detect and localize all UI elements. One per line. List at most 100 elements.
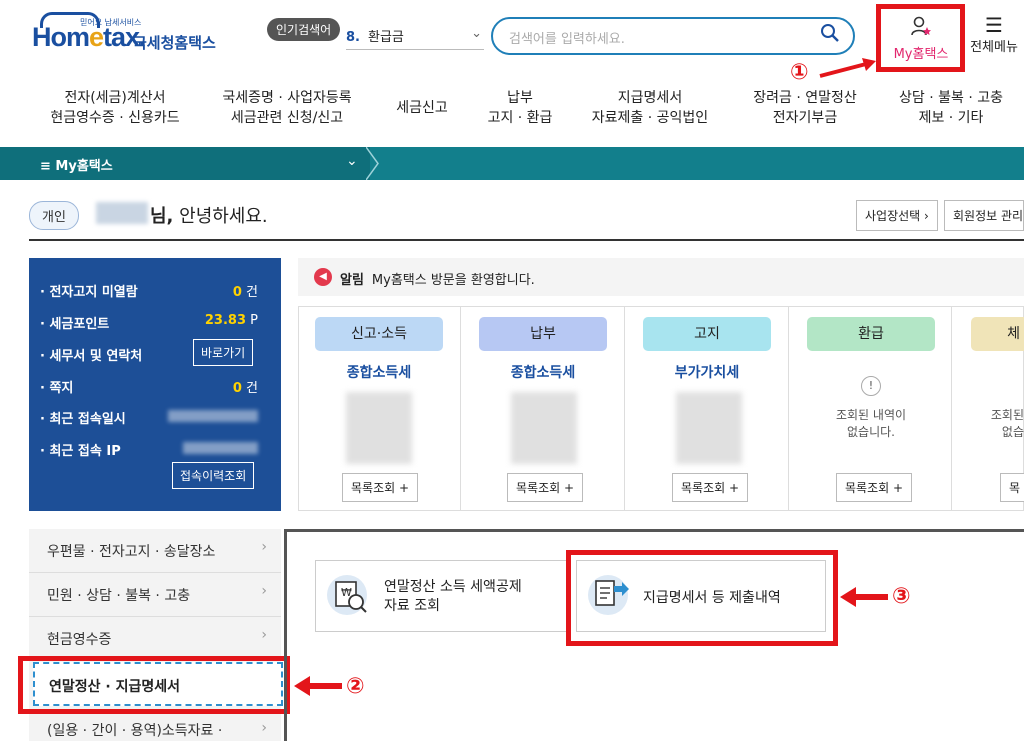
card-list-button[interactable]: 목록조회 +: [836, 473, 913, 502]
nav-line2: 자료제출 · 공익법인: [591, 110, 709, 126]
card-title-filing[interactable]: 종합소득세: [315, 362, 443, 382]
search-input[interactable]: 검색어를 입력하세요.: [491, 17, 855, 55]
popular-rank: 8.: [346, 30, 360, 45]
left-menu-label: 민원 · 상담 · 불복 · 고충: [47, 588, 191, 604]
card-list-button[interactable]: 목록조회 +: [672, 473, 749, 502]
nav-line1: 세금신고: [396, 100, 448, 116]
chevron-down-icon[interactable]: ⌄: [346, 153, 358, 169]
left-menu-label: 우편물 · 전자고지 · 송달장소: [47, 544, 216, 560]
left-menu-item-receipt[interactable]: 현금영수증 ›: [29, 617, 281, 661]
chevron-right-icon: ›: [261, 627, 267, 643]
nav-line2: 고지 · 환급: [487, 110, 553, 126]
logo-text-e: e: [89, 22, 104, 52]
left-menu-item-income-data[interactable]: (일용 · 간이 · 용역)소득자료 · ›: [29, 712, 281, 741]
member-info-button[interactable]: 회원정보 관리: [944, 200, 1024, 231]
login-history-button[interactable]: 접속이력조회: [172, 462, 255, 489]
search-icon[interactable]: [820, 23, 840, 43]
value: 0: [232, 285, 242, 300]
nav-line2: 제보 · 기타: [918, 110, 984, 126]
summary-label-last-ip: · 최근 접속 IP: [40, 444, 121, 459]
annotation-arrow-3: [840, 587, 888, 607]
greeting-text: 님, 안녕하세요.: [150, 202, 268, 228]
nav-tax-return[interactable]: 세금신고: [382, 98, 462, 118]
card-list-button[interactable]: 목록조회 +: [507, 473, 584, 502]
service-label-deduction: 연말정산 소득 세액공제 자료 조회: [384, 578, 522, 616]
nav-line2: 세금관련 신청/신고: [230, 110, 344, 126]
empty-line1: 조회된: [990, 408, 1024, 422]
chevron-right-icon: ›: [261, 583, 267, 599]
summary-value-messages[interactable]: 0 건: [178, 377, 258, 396]
mytax-button[interactable]: My홈택스: [884, 13, 958, 63]
popular-search-dropdown[interactable]: 8. 환급금 ⌄: [346, 26, 484, 50]
chevron-down-icon: ⌄: [471, 26, 482, 41]
summary-label-unread-notice: · 전자고지 미열람: [40, 285, 138, 300]
left-menu-label: (일용 · 간이 · 용역)소득자료 ·: [47, 723, 223, 739]
card-tab-filing[interactable]: 신고·소득: [315, 317, 443, 351]
user-icon: [911, 16, 931, 36]
user-type-badge: 개인: [29, 201, 79, 230]
annotation-arrow-1: [819, 58, 876, 78]
nav-consult[interactable]: 상담 · 불복 · 고충제보 · 기타: [886, 88, 1016, 128]
empty-line1: 조회된 내역이: [835, 408, 907, 422]
summary-value-tax-points[interactable]: 23.83 P: [178, 313, 258, 328]
nav-line1: 국세증명 · 사업자등록: [222, 90, 352, 106]
value: 23.83: [204, 313, 247, 328]
breadcrumb-divider-icon: [366, 147, 379, 180]
logo-subtitle: 국세청홈택스: [133, 34, 216, 52]
nav-line2: 현금영수증 · 신용카드: [50, 110, 180, 126]
left-menu-item-year-end[interactable]: 연말정산 · 지급명세서: [33, 662, 283, 706]
popular-search-badge: 인기검색어: [267, 18, 341, 41]
left-menu-item-mail[interactable]: 우편물 · 전자고지 · 송달장소 ›: [29, 529, 281, 573]
chevron-right-icon: ›: [261, 539, 267, 555]
notice-title: 알림: [340, 273, 364, 288]
service-label-submission: 지급명세서 등 제출내역: [643, 590, 781, 606]
nav-line1: 장려금 · 연말정산: [753, 90, 857, 106]
redacted-last-login: [168, 410, 258, 422]
breadcrumb-label: ≡ My홈택스: [40, 159, 113, 174]
card-empty-message: 조회된없습: [980, 406, 1024, 440]
left-menu-item-civil[interactable]: 민원 · 상담 · 불복 · 고충 ›: [29, 573, 281, 617]
nav-line1: 상담 · 불복 · 고충: [899, 90, 1003, 106]
all-menu-button[interactable]: ☰ 전체메뉴: [964, 14, 1024, 55]
nav-line1: 납부: [507, 90, 533, 106]
unit: 건: [246, 285, 258, 300]
empty-line2: 없습: [1001, 425, 1024, 439]
mytax-label: My홈택스: [893, 47, 949, 62]
card-empty-message: 조회된 내역이없습니다.: [807, 406, 935, 440]
card-tab-payment[interactable]: 납부: [479, 317, 607, 351]
magnifier-icon: ₩: [335, 581, 367, 613]
nav-payment-statement[interactable]: 지급명세서 자료제출 · 공익법인: [580, 88, 720, 128]
hometax-logo[interactable]: Hometax.: [32, 22, 147, 53]
empty-line2: 없습니다.: [847, 425, 895, 439]
left-menu-label: 현금영수증: [47, 632, 112, 648]
card-list-button[interactable]: 목록조회 +: [342, 473, 419, 502]
svc-line2: 자료 조회: [384, 598, 440, 614]
summary-value-unread-notice[interactable]: 0 건: [178, 281, 258, 300]
card-tab-refund[interactable]: 환급: [807, 317, 935, 351]
shortcut-button[interactable]: 바로가기: [193, 339, 254, 366]
divider: [29, 239, 1024, 241]
nav-certificates[interactable]: 국세증명 · 사업자등록세금관련 신청/신고: [212, 88, 362, 128]
redacted-card-content: [676, 392, 742, 464]
unit: 건: [246, 381, 258, 396]
card-tab-overdue[interactable]: 체: [971, 317, 1024, 351]
business-select-button[interactable]: 사업장선택 ›: [856, 200, 938, 231]
chevron-right-icon: ›: [261, 720, 267, 736]
card-title-notice[interactable]: 부가가치세: [643, 362, 771, 382]
nav-year-end[interactable]: 장려금 · 연말정산 전자기부금: [740, 88, 870, 128]
annotation-number-1: ①: [790, 60, 809, 85]
card-title-payment[interactable]: 종합소득세: [479, 362, 607, 382]
nav-line1: 전자(세금)계산서: [64, 90, 166, 106]
unit: P: [250, 313, 258, 328]
redacted-card-content: [346, 392, 412, 464]
annotation-number-3: ③: [892, 584, 911, 609]
info-icon: !: [861, 376, 881, 396]
redacted-last-ip: [183, 442, 258, 454]
document-arrow-icon: [595, 580, 629, 606]
nav-payment[interactable]: 납부고지 · 환급: [470, 88, 570, 128]
notice-message: My홈택스 방문을 환영합니다.: [371, 273, 535, 288]
redacted-card-content: [511, 392, 577, 464]
card-tab-notice[interactable]: 고지: [643, 317, 771, 351]
nav-e-invoice[interactable]: 전자(세금)계산서현금영수증 · 신용카드: [50, 88, 180, 128]
card-list-button[interactable]: 목: [1000, 473, 1024, 502]
